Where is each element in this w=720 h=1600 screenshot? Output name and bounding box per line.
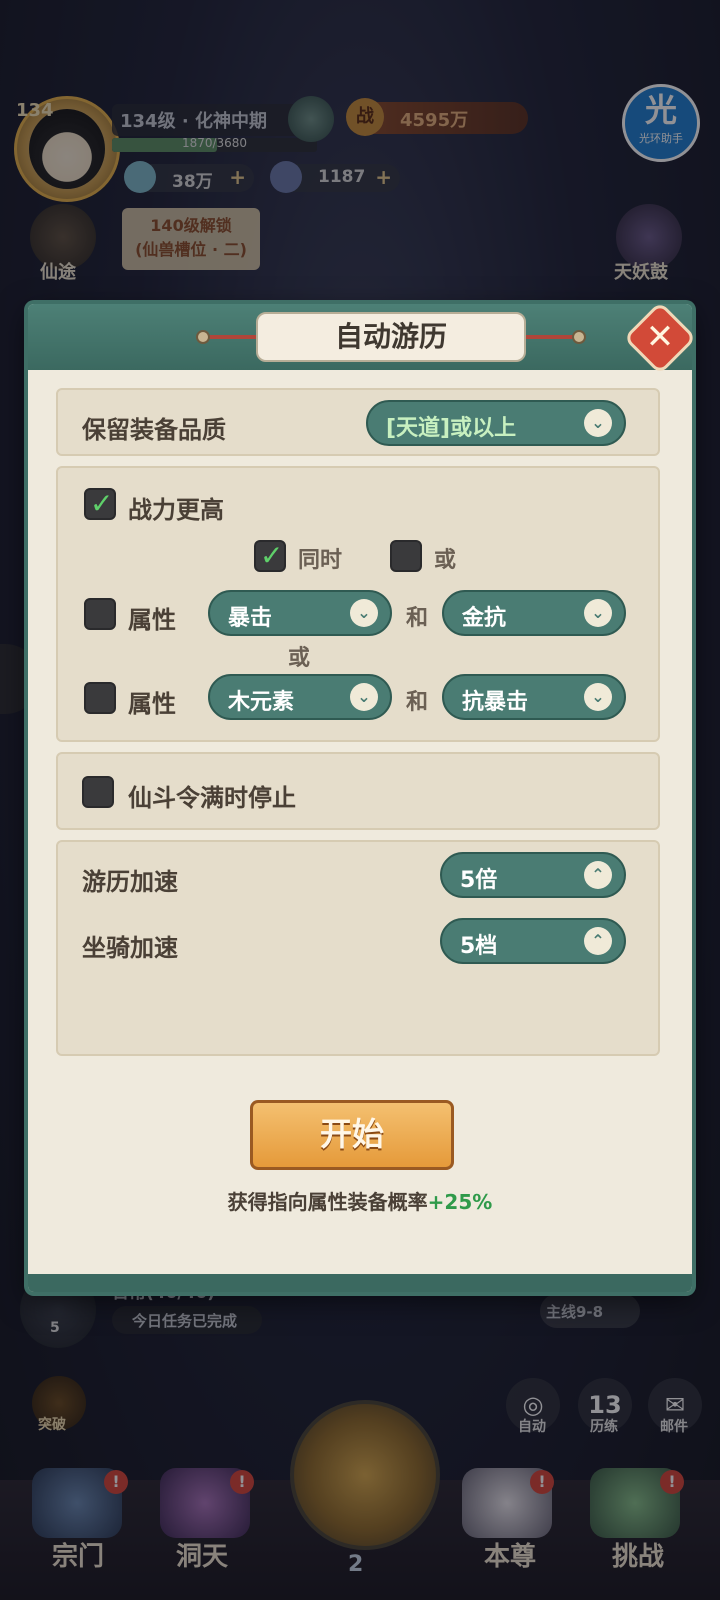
chevron-up-icon: ⌃ xyxy=(584,861,612,889)
filter-panel: ✓ 战力更高 ✓ 同时 或 属性 暴击 ⌄ 和 金抗 ⌄ 或 属性 木元素 ⌄ … xyxy=(56,466,660,742)
attr-row2-dropdown1[interactable]: 木元素 ⌄ xyxy=(208,674,392,720)
attr-row1-value2: 金抗 xyxy=(462,606,507,631)
keep-quality-panel: 保留装备品质 [天道]或以上 ⌄ xyxy=(56,388,660,456)
keep-quality-label: 保留装备品质 xyxy=(82,416,226,444)
title-rope-left xyxy=(204,335,256,339)
chevron-up-icon: ⌃ xyxy=(584,927,612,955)
or-label: 或 xyxy=(434,548,457,573)
same-time-checkbox[interactable]: ✓ xyxy=(254,540,286,572)
auto-travel-dialog: 自动游历 ✕ 保留装备品质 [天道]或以上 ⌄ ✓ 战力更高 ✓ 同时 或 属性… xyxy=(28,301,697,1292)
mount-speed-value: 5档 xyxy=(460,934,498,959)
check-icon: ✓ xyxy=(90,487,114,520)
mount-speed-dropdown[interactable]: 5档 ⌃ xyxy=(440,918,626,964)
attr-row2-dropdown2[interactable]: 抗暴击 ⌄ xyxy=(442,674,626,720)
chevron-down-icon: ⌄ xyxy=(584,683,612,711)
title-rope-right xyxy=(524,335,576,339)
keep-quality-value: [天道]或以上 xyxy=(386,416,517,441)
probability-hint: 获得指向属性装备概率+25% xyxy=(28,1186,692,1215)
attr-row1-dropdown1[interactable]: 暴击 ⌄ xyxy=(208,590,392,636)
dialog-title: 自动游历 xyxy=(256,312,526,362)
keep-quality-dropdown[interactable]: [天道]或以上 ⌄ xyxy=(366,400,626,446)
and-label-row2: 和 xyxy=(406,690,429,715)
attr-row2-label: 属性 xyxy=(128,690,176,718)
attr-row2-value2: 抗暴击 xyxy=(462,690,529,715)
stop-when-full-checkbox[interactable] xyxy=(82,776,114,808)
attr-row2-checkbox[interactable] xyxy=(84,682,116,714)
check-icon: ✓ xyxy=(260,539,284,572)
speed-panel: 游历加速 5倍 ⌃ 坐骑加速 5档 ⌃ xyxy=(56,840,660,1056)
attr-row2-value1: 木元素 xyxy=(228,690,295,715)
attr-row1-dropdown2[interactable]: 金抗 ⌄ xyxy=(442,590,626,636)
chevron-down-icon: ⌄ xyxy=(584,599,612,627)
title-knob-right xyxy=(572,330,586,344)
power-higher-label: 战力更高 xyxy=(128,496,224,524)
dialog-header: 自动游历 ✕ xyxy=(28,301,697,375)
chevron-down-icon: ⌄ xyxy=(350,683,378,711)
attr-row1-checkbox[interactable] xyxy=(84,598,116,630)
or-between-rows: 或 xyxy=(288,646,311,671)
chevron-down-icon: ⌄ xyxy=(584,409,612,437)
travel-speed-dropdown[interactable]: 5倍 ⌃ xyxy=(440,852,626,898)
stop-when-full-label: 仙斗令满时停止 xyxy=(128,784,296,812)
hint-text: 获得指向属性装备概率 xyxy=(227,1190,428,1214)
and-label-row1: 和 xyxy=(406,606,429,631)
power-higher-checkbox[interactable]: ✓ xyxy=(84,488,116,520)
hint-bonus: +25% xyxy=(427,1190,493,1214)
travel-speed-label: 游历加速 xyxy=(82,868,178,896)
stop-condition-panel: 仙斗令满时停止 xyxy=(56,752,660,830)
mount-speed-label: 坐骑加速 xyxy=(82,934,178,962)
title-knob-left xyxy=(196,330,210,344)
same-time-label: 同时 xyxy=(298,548,343,573)
chevron-down-icon: ⌄ xyxy=(350,599,378,627)
attr-row1-value1: 暴击 xyxy=(228,606,273,631)
dialog-footer xyxy=(28,1274,692,1292)
close-icon: ✕ xyxy=(645,317,675,357)
travel-speed-value: 5倍 xyxy=(460,868,498,893)
start-button[interactable]: 开始 xyxy=(250,1100,454,1170)
attr-row1-label: 属性 xyxy=(128,606,176,634)
or-checkbox[interactable] xyxy=(390,540,422,572)
close-button[interactable]: ✕ xyxy=(623,301,697,375)
